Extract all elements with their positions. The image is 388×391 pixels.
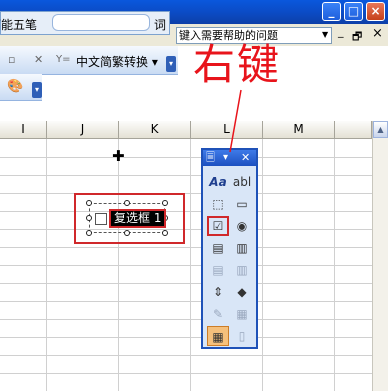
annotation-arrow: [229, 89, 242, 153]
annotation-arrow-line: [229, 89, 242, 153]
